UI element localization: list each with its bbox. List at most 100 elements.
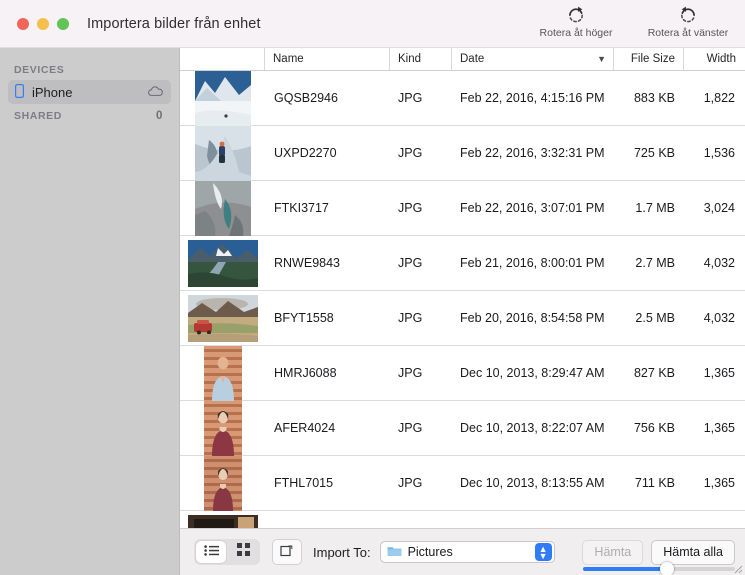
zoom-button[interactable]	[57, 17, 69, 30]
close-button[interactable]	[17, 17, 29, 30]
window-controls	[17, 17, 69, 30]
rotate-right-label: Rotera åt höger	[539, 27, 613, 39]
chevron-up-down-icon: ▲ ▼	[534, 543, 552, 561]
sidebar-section-devices-header: DEVICES	[0, 58, 179, 80]
row-thumbnail[interactable]	[180, 71, 265, 126]
row-thumbnail[interactable]	[180, 236, 265, 291]
column-header-kind-label: Kind	[398, 53, 422, 65]
table-row[interactable]: UXPD2270 JPG Feb 22, 2016, 3:32:31 PM 72…	[180, 125, 745, 181]
table-row[interactable]: BFYT1558 JPG Feb 20, 2016, 8:54:58 PM 2.…	[180, 291, 745, 346]
column-header-kind[interactable]: Kind	[390, 48, 452, 70]
sidebar-shared-label: SHARED	[14, 110, 62, 122]
import-destination-popup[interactable]: Pictures ▲ ▼	[379, 541, 555, 563]
row-date: Feb 22, 2016, 3:32:31 PM	[460, 146, 605, 160]
row-kind: JPG	[398, 256, 423, 270]
row-kind: JPG	[398, 201, 423, 215]
slider-thumb[interactable]	[659, 562, 674, 575]
minimize-button[interactable]	[37, 17, 49, 30]
row-width: 3,024	[703, 201, 735, 215]
bottom-toolbar: Import To: Pictures ▲ ▼ Hämta Hämta alla	[180, 528, 745, 575]
resize-grip[interactable]	[731, 562, 743, 574]
import-destination-value: Pictures	[407, 545, 453, 559]
list-view-button[interactable]	[196, 541, 226, 563]
row-width: 1,365	[703, 366, 735, 380]
grid-view-icon	[236, 543, 250, 561]
table-row[interactable]: HMRJ6088 JPG Dec 10, 2013, 8:29:47 AM 82…	[180, 345, 745, 401]
row-file-size: 1.7 MB	[635, 201, 675, 215]
table-body[interactable]: GQSB2946 JPG Feb 22, 2016, 4:15:16 PM 88…	[180, 71, 745, 528]
row-date: Dec 10, 2013, 8:22:07 AM	[460, 421, 605, 435]
rotate-left-label: Rotera åt vänster	[647, 27, 729, 39]
row-width: 1,536	[703, 146, 735, 160]
sidebar-section-shared-header: SHARED 0	[0, 104, 179, 126]
row-date: Feb 22, 2016, 3:07:01 PM	[460, 201, 605, 215]
row-name: FTHL7015	[274, 476, 334, 490]
column-header-width[interactable]: Width	[684, 48, 745, 70]
thumbnail-interior-room	[187, 514, 258, 528]
row-width: 4,032	[703, 256, 735, 270]
slider-fill	[583, 567, 667, 571]
column-header-width-label: Width	[706, 53, 736, 65]
column-header-thumbnail[interactable]	[180, 48, 265, 70]
rotate-square-button[interactable]	[272, 539, 302, 565]
row-name: GQSB2946	[274, 91, 338, 105]
table-row[interactable]: RNWE9843 JPG Feb 21, 2016, 8:00:01 PM 2.…	[180, 236, 745, 291]
rotate-square-icon	[280, 543, 294, 562]
photo-table: Name Kind Date ▼ File Size Width GQSB294…	[180, 48, 745, 575]
row-width: 1,822	[703, 91, 735, 105]
sidebar: DEVICES iPhone SHARED 0	[0, 48, 180, 575]
import-photos-window: Importera bilder från enhet Rotera åt hö…	[0, 0, 745, 575]
chevron-down-icon: ▼	[597, 54, 606, 64]
row-width: 4,032	[703, 311, 735, 325]
iphone-icon	[15, 83, 25, 101]
thumbnail-mountain-river	[187, 239, 258, 287]
row-date: Feb 20, 2016, 8:54:58 PM	[460, 311, 605, 325]
table-header-row: Name Kind Date ▼ File Size Width	[180, 48, 745, 71]
thumbnail-glacier-crevasse	[194, 180, 251, 236]
titlebar: Importera bilder från enhet Rotera åt hö…	[0, 0, 745, 48]
rotate-right-icon	[565, 4, 587, 26]
column-header-name[interactable]: Name	[265, 48, 390, 70]
grid-view-button[interactable]	[228, 541, 258, 563]
sidebar-shared-count: 0	[156, 110, 163, 122]
column-header-file-size[interactable]: File Size	[614, 48, 684, 70]
thumbnail-snow-peak	[194, 71, 251, 126]
row-kind: JPG	[398, 146, 423, 160]
column-header-file-size-label: File Size	[630, 53, 675, 65]
column-header-date-label: Date	[460, 53, 485, 65]
table-row[interactable]	[180, 511, 745, 528]
thumbnail-portrait-maroon-a	[203, 400, 242, 456]
row-thumbnail[interactable]	[180, 345, 265, 401]
thumbnail-portrait-blue-shirt	[203, 345, 242, 401]
rotate-right-button[interactable]: Rotera åt höger	[527, 4, 625, 39]
sidebar-item-iphone[interactable]: iPhone	[8, 80, 171, 104]
window-title: Importera bilder från enhet	[87, 15, 261, 32]
row-thumbnail[interactable]	[180, 511, 265, 528]
thumbnail-portrait-maroon-b	[203, 455, 242, 511]
row-thumbnail[interactable]	[180, 400, 265, 456]
row-thumbnail[interactable]	[180, 455, 265, 511]
row-name: UXPD2270	[274, 146, 337, 160]
row-kind: JPG	[398, 421, 423, 435]
table-row[interactable]: AFER4024 JPG Dec 10, 2013, 8:22:07 AM 75…	[180, 400, 745, 456]
thumbnail-red-van-desert	[187, 294, 258, 342]
row-file-size: 2.5 MB	[635, 311, 675, 325]
table-row[interactable]: GQSB2946 JPG Feb 22, 2016, 4:15:16 PM 88…	[180, 71, 745, 126]
thumbnail-size-slider[interactable]	[583, 561, 735, 575]
row-thumbnail[interactable]	[180, 291, 265, 346]
row-kind: JPG	[398, 476, 423, 490]
table-row[interactable]: FTHL7015 JPG Dec 10, 2013, 8:13:55 AM 71…	[180, 455, 745, 511]
row-thumbnail[interactable]	[180, 180, 265, 236]
row-kind: JPG	[398, 91, 423, 105]
row-thumbnail[interactable]	[180, 125, 265, 181]
table-row[interactable]: FTKI3717 JPG Feb 22, 2016, 3:07:01 PM 1.…	[180, 180, 745, 236]
view-mode-segmented-control[interactable]	[194, 539, 260, 565]
row-date: Dec 10, 2013, 8:13:55 AM	[460, 476, 605, 490]
row-name: AFER4024	[274, 421, 336, 435]
row-file-size: 711 KB	[634, 476, 675, 490]
row-date: Feb 21, 2016, 8:00:01 PM	[460, 256, 605, 270]
column-header-date[interactable]: Date ▼	[452, 48, 614, 70]
row-kind: JPG	[398, 366, 423, 380]
cloud-icon	[147, 85, 164, 100]
rotate-left-button[interactable]: Rotera åt vänster	[639, 4, 737, 39]
